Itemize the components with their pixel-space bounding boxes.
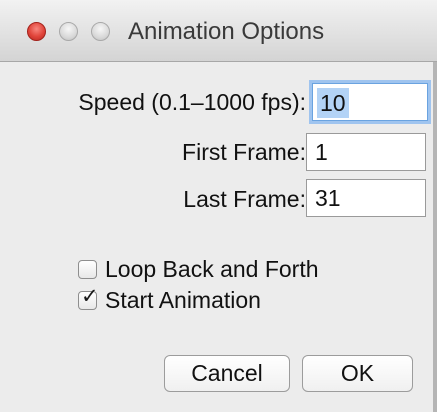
cancel-button[interactable]: Cancel — [164, 355, 290, 392]
first-frame-input[interactable]: 1 — [306, 133, 426, 171]
start-animation-label: Start Animation — [105, 287, 261, 313]
speed-value: 10 — [317, 88, 349, 118]
close-window-button[interactable] — [27, 22, 46, 41]
loop-back-and-forth-label: Loop Back and Forth — [105, 256, 319, 282]
ok-button[interactable]: OK — [302, 355, 413, 392]
animation-options-dialog: Animation Options Speed (0.1–1000 fps): … — [0, 0, 437, 412]
last-frame-value: 31 — [315, 185, 341, 211]
last-frame-label: Last Frame: — [183, 186, 306, 212]
first-frame-value: 1 — [315, 139, 328, 165]
loop-back-and-forth-option[interactable]: Loop Back and Forth — [78, 256, 319, 283]
speed-label: Speed (0.1–1000 fps): — [78, 89, 306, 115]
minimize-window-button[interactable] — [59, 22, 78, 41]
zoom-window-button[interactable] — [91, 22, 110, 41]
checkmark-icon: ✓ — [81, 284, 99, 308]
first-frame-label: First Frame: — [182, 139, 306, 165]
start-animation-checkbox[interactable]: ✓ — [78, 286, 99, 310]
speed-input[interactable]: 10 — [312, 83, 428, 121]
title-bar[interactable]: Animation Options — [0, 0, 437, 62]
window-title: Animation Options — [128, 18, 325, 45]
last-frame-input[interactable]: 31 — [306, 179, 426, 217]
loop-back-and-forth-checkbox[interactable] — [78, 260, 97, 279]
start-animation-option[interactable]: ✓ Start Animation — [78, 286, 261, 314]
window-edge — [433, 62, 437, 412]
